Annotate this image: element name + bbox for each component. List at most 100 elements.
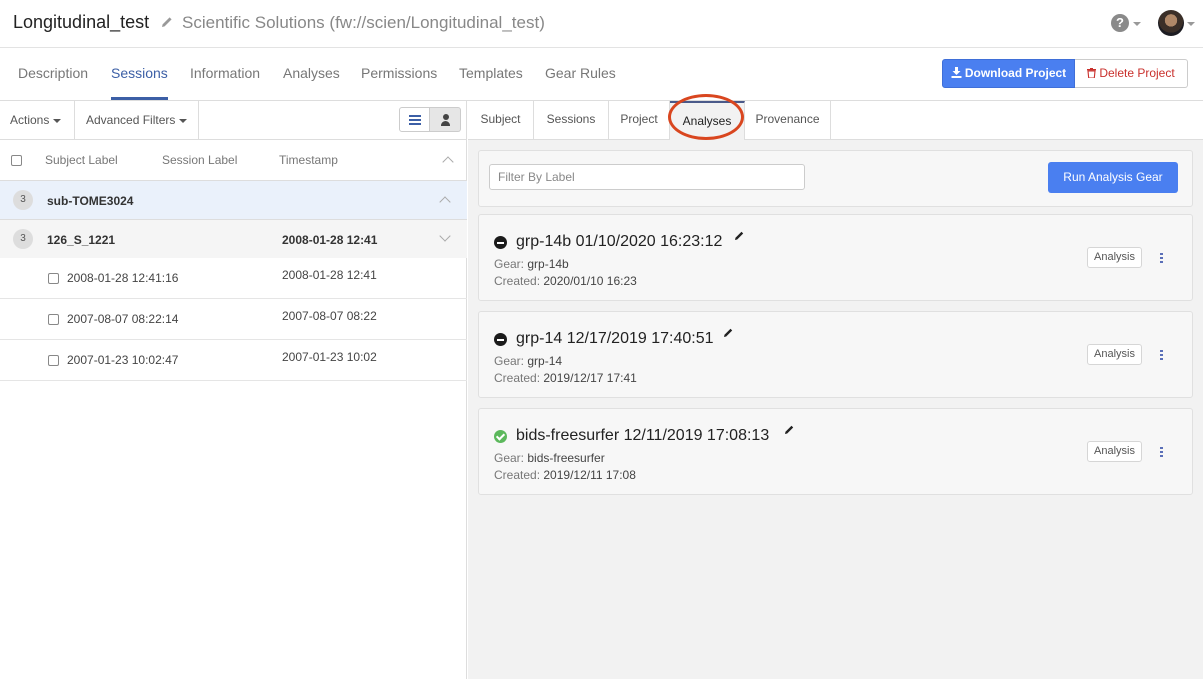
subject-view-toggle[interactable] [430,107,461,132]
user-icon [441,114,450,126]
tab-project[interactable]: Project [609,101,670,140]
acquisition-timestamp: 2008-01-28 12:41 [282,268,377,282]
acquisition-label: 2008-01-28 12:41:16 [67,271,179,285]
list-view-toggle[interactable] [399,107,430,132]
main-tabs: Description Sessions Information Analyse… [0,48,1203,101]
analysis-title: grp-14 12/17/2019 17:40:51 [516,330,714,347]
session-expand-chevron-icon[interactable] [439,230,451,242]
user-menu-caret-icon[interactable] [1187,22,1195,26]
tab-description[interactable]: Description [18,65,88,81]
tree-toolbar: Actions Advanced Filters [0,101,467,140]
analysis-created: Created: 2019/12/11 17:08 [494,468,636,482]
tab-templates[interactable]: Templates [459,65,523,81]
analysis-gear: Gear: grp-14b [494,257,569,271]
blocked-icon [494,236,507,249]
detail-tabs: Subject Sessions Project Analyses Proven… [468,94,1203,140]
acquisition-label: 2007-01-23 10:02:47 [67,353,179,367]
download-project-label: Download Project [964,66,1067,80]
edit-pencil-icon[interactable] [723,327,734,338]
subject-label-header[interactable]: Subject Label [45,153,118,167]
list-icon [409,115,421,125]
help-menu-caret-icon[interactable] [1133,22,1141,26]
session-label: 126_S_1221 [47,233,116,247]
active-tab-indicator [111,97,168,100]
gear-value: grp-14 [527,354,563,368]
analysis-badge: Analysis [1087,344,1142,365]
analysis-badge: Analysis [1087,441,1142,462]
list-item[interactable]: 2007-01-23 10:02:47 2007-01-23 10:02 [0,340,467,381]
check-icon [494,430,507,443]
analysis-created: Created: 2019/12/17 17:41 [494,371,637,385]
list-item[interactable]: 2008-01-28 12:41:16 2008-01-28 12:41 [0,258,467,299]
tab-analyses[interactable]: Analyses [283,65,340,81]
created-field-label: Created: [494,371,541,385]
analysis-card[interactable]: bids-freesurfer 12/11/2019 17:08:13 Gear… [478,408,1193,495]
tab-permissions[interactable]: Permissions [361,65,437,81]
session-count-badge: 3 [13,229,33,249]
filter-by-label-input[interactable] [489,164,805,190]
analysis-title: bids-freesurfer 12/11/2019 17:08:13 [516,427,770,444]
tab-sessions[interactable]: Sessions [111,65,168,81]
list-item[interactable]: 2007-08-07 08:22:14 2007-08-07 08:22 [0,299,467,340]
timestamp-header[interactable]: Timestamp [279,153,338,167]
gear-field-label: Gear: [494,354,525,368]
subject-row[interactable]: 3 sub-TOME3024 [0,181,467,220]
tab-provenance[interactable]: Provenance [745,101,831,140]
tree-column-headers: Subject Label Session Label Timestamp [0,140,467,181]
subject-label: sub-TOME3024 [47,194,134,208]
subject-collapse-chevron-icon[interactable] [439,196,451,208]
edit-pencil-icon[interactable] [784,424,795,435]
acquisition-timestamp: 2007-01-23 10:02 [282,350,377,364]
more-options-icon[interactable] [1160,350,1163,360]
advanced-filters-label: Advanced Filters [86,113,176,127]
highlight-ring [668,94,744,140]
more-options-icon[interactable] [1160,447,1163,457]
gear-field-label: Gear: [494,451,525,465]
session-row[interactable]: 3 126_S_1221 2008-01-28 12:41 [0,220,467,258]
created-value: 2020/01/10 16:23 [543,274,637,288]
acquisition-timestamp: 2007-08-07 08:22 [282,309,377,323]
analysis-card[interactable]: grp-14b 01/10/2020 16:23:12 Gear: grp-14… [478,214,1193,301]
run-analysis-gear-button[interactable]: Run Analysis Gear [1048,162,1178,193]
download-project-button[interactable]: Download Project [942,59,1075,88]
trash-icon [1087,68,1097,79]
analysis-gear: Gear: grp-14 [494,354,562,368]
tab-gear-rules[interactable]: Gear Rules [545,65,616,81]
acquisition-checkbox[interactable] [48,355,59,366]
analysis-gear: Gear: bids-freesurfer [494,451,605,465]
edit-title-icon[interactable] [160,15,174,29]
analysis-badge: Analysis [1087,247,1142,268]
top-header: Longitudinal_test Scientific Solutions (… [0,0,1203,48]
created-value: 2019/12/17 17:41 [543,371,637,385]
gear-value: grp-14b [527,257,569,271]
collapse-all-chevron-icon[interactable] [442,156,454,168]
select-all-checkbox[interactable] [11,155,22,166]
blocked-icon [494,333,507,346]
tab-sessions[interactable]: Sessions [534,101,609,140]
acquisition-checkbox[interactable] [48,314,59,325]
acquisition-label: 2007-08-07 08:22:14 [67,312,179,326]
detail-panel: Subject Sessions Project Analyses Proven… [468,94,1203,679]
gear-field-label: Gear: [494,257,525,271]
avatar[interactable] [1158,10,1184,36]
gear-value: bids-freesurfer [527,451,605,465]
delete-project-button[interactable]: Delete Project [1075,59,1188,88]
download-icon [951,67,962,78]
advanced-filters-caret-icon [179,118,188,123]
actions-dropdown[interactable]: Actions [0,101,75,140]
acquisition-checkbox[interactable] [48,273,59,284]
created-value: 2019/12/11 17:08 [543,468,636,482]
project-path: Scientific Solutions (fw://scien/Longitu… [182,13,545,32]
actions-label: Actions [10,113,50,127]
advanced-filters-dropdown[interactable]: Advanced Filters [75,101,199,140]
session-label-header[interactable]: Session Label [162,153,237,167]
tab-information[interactable]: Information [190,65,260,81]
created-field-label: Created: [494,274,541,288]
sessions-tree-panel: Actions Advanced Filters Subject Label S… [0,101,467,679]
help-icon[interactable]: ? [1111,14,1129,32]
more-options-icon[interactable] [1160,253,1163,263]
edit-pencil-icon[interactable] [734,230,745,241]
tab-subject[interactable]: Subject [468,101,534,140]
analysis-card[interactable]: grp-14 12/17/2019 17:40:51 Gear: grp-14 … [478,311,1193,398]
analyses-toolbar: Run Analysis Gear [478,150,1193,207]
